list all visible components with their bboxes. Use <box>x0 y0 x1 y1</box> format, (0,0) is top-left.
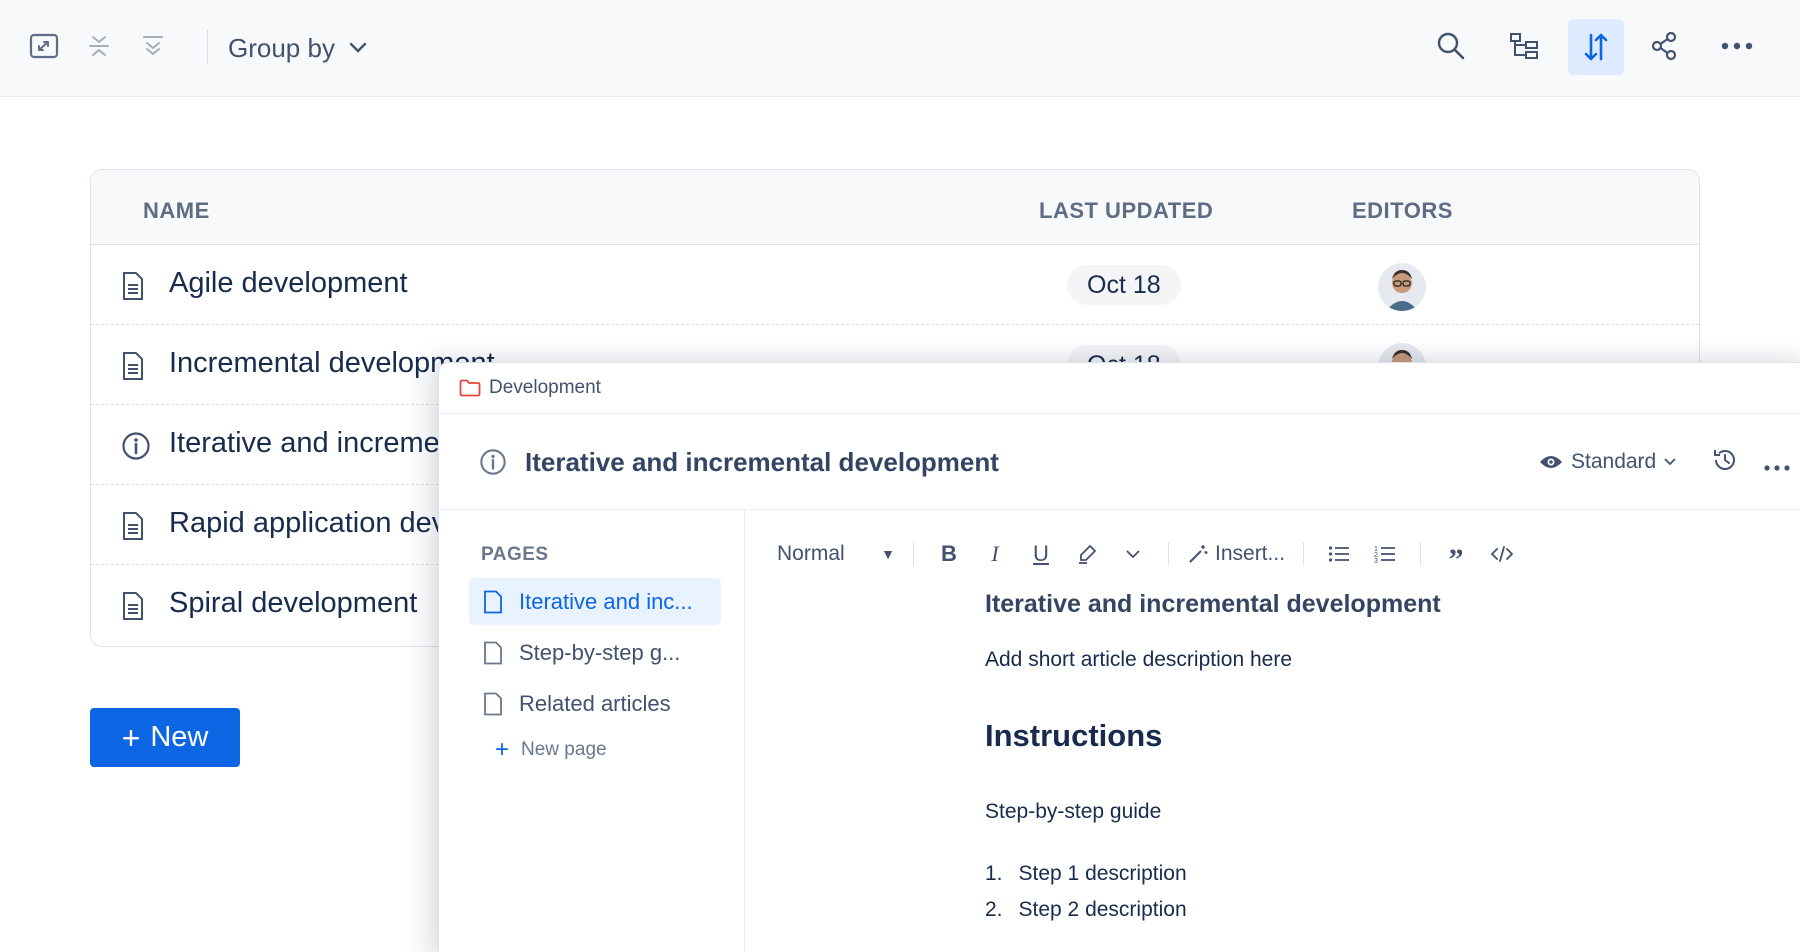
list-item: 2. Step 2 description <box>985 898 1187 922</box>
breadcrumb-label: Development <box>489 377 601 398</box>
column-header-name[interactable]: NAME <box>143 198 210 224</box>
new-button-label: New <box>150 721 209 753</box>
info-icon <box>121 431 151 466</box>
folder-icon <box>459 379 481 397</box>
numbered-list-icon[interactable]: 123 <box>1362 536 1408 572</box>
document-icon <box>121 271 145 306</box>
page-title: Iterative and incremental development <box>525 447 999 477</box>
document-icon <box>121 511 145 546</box>
editor-avatar[interactable] <box>1378 263 1426 311</box>
editor: Normal ▼ B I U Insert... 1 2 3 ” Iterati… <box>745 510 1800 952</box>
page-item-iterative[interactable]: Iterative and inc... <box>469 578 721 625</box>
magic-wand-icon <box>1189 545 1208 563</box>
more-options-icon[interactable] <box>1718 27 1756 65</box>
page-item-related-articles[interactable]: Related articles <box>469 680 721 727</box>
chevron-down-icon <box>349 42 367 53</box>
list-number: 1. <box>985 862 1003 885</box>
text-style-dropdown[interactable]: Normal ▼ <box>777 542 901 566</box>
sort-icon <box>1584 33 1608 61</box>
chevron-down-icon <box>1664 458 1676 466</box>
insert-label: Insert... <box>1215 542 1286 565</box>
pages-sidebar: PAGES Iterative and inc... Step-by-step … <box>439 510 745 952</box>
bullet-list-icon[interactable] <box>1316 536 1362 572</box>
breadcrumb[interactable]: Development <box>439 363 1800 414</box>
list-number: 2. <box>985 898 1003 921</box>
page-icon <box>484 692 502 715</box>
view-mode-dropdown[interactable]: Standard <box>1539 450 1676 474</box>
text-style-label: Normal <box>777 542 845 565</box>
insert-button[interactable]: Insert... <box>1181 542 1291 566</box>
page-item-label: Related articles <box>519 690 671 716</box>
expand-all-icon[interactable] <box>134 27 172 65</box>
view-mode-label: Standard <box>1571 450 1657 473</box>
panel-header: Iterative and incremental development St… <box>439 414 1800 510</box>
doc-heading: Iterative and incremental development <box>985 590 1441 618</box>
more-options-icon[interactable] <box>1764 458 1790 476</box>
expand-view-icon[interactable] <box>25 27 63 65</box>
app-root: Group by NAME LAST UPDATED EDITORS Agile… <box>0 0 1800 952</box>
toolbar-divider <box>207 30 208 64</box>
top-toolbar: Group by <box>0 0 1800 97</box>
toolbar-divider <box>1420 542 1422 566</box>
document-body[interactable]: Iterative and incremental development Ad… <box>985 590 1785 921</box>
page-item-label: Step-by-step g... <box>519 639 681 665</box>
new-page-label: New page <box>521 739 607 760</box>
eye-icon <box>1540 456 1562 468</box>
search-icon[interactable] <box>1432 27 1470 65</box>
row-name[interactable]: Agile development <box>169 267 408 300</box>
plus-icon: + <box>121 719 141 756</box>
instructions-heading: Instructions <box>985 718 1163 753</box>
toolbar-divider <box>913 542 914 566</box>
chevron-down-icon[interactable] <box>1110 536 1156 572</box>
bold-icon[interactable]: B <box>926 536 972 572</box>
info-icon <box>479 448 507 481</box>
new-page-button[interactable]: + New page <box>495 738 607 762</box>
row-name[interactable]: Spiral development <box>169 587 417 620</box>
last-updated-badge: Oct 18 <box>1067 265 1181 305</box>
sort-button[interactable] <box>1568 19 1624 75</box>
pages-heading: PAGES <box>481 544 549 565</box>
table-header: NAME LAST UPDATED EDITORS <box>91 170 1699 245</box>
list-item: 1. Step 1 description <box>985 862 1187 886</box>
toolbar-divider <box>1303 542 1305 566</box>
page-icon <box>484 590 502 613</box>
doc-description: Add short article description here <box>985 648 1292 671</box>
svg-text:3: 3 <box>1374 558 1378 564</box>
toolbar-divider <box>1168 542 1169 566</box>
highlight-icon[interactable] <box>1064 536 1110 572</box>
document-icon <box>121 351 145 386</box>
list-text: Step 1 description <box>1018 862 1187 885</box>
document-icon <box>121 591 145 626</box>
guide-subtitle: Step-by-step guide <box>985 800 1162 823</box>
code-icon[interactable] <box>1479 536 1525 572</box>
column-header-last-updated[interactable]: LAST UPDATED <box>1039 198 1213 224</box>
collapse-all-icon[interactable] <box>80 27 118 65</box>
history-icon[interactable] <box>1712 447 1738 478</box>
hierarchy-icon[interactable] <box>1505 27 1543 65</box>
group-by-label: Group by <box>228 32 335 63</box>
page-item-label: Iterative and inc... <box>519 588 693 614</box>
table-row[interactable]: Agile development Oct 18 <box>91 245 1699 325</box>
list-text: Step 2 description <box>1018 898 1187 921</box>
caret-down-icon: ▼ <box>881 546 895 562</box>
quote-icon[interactable]: ” <box>1433 536 1479 576</box>
underline-icon[interactable]: U <box>1018 536 1064 572</box>
page-item-step-by-step[interactable]: Step-by-step g... <box>469 629 721 676</box>
column-header-editors[interactable]: EDITORS <box>1352 198 1453 224</box>
new-button[interactable]: + New <box>90 708 240 767</box>
page-icon <box>484 641 502 664</box>
italic-icon[interactable]: I <box>972 536 1018 572</box>
plus-icon: + <box>495 736 510 763</box>
editor-toolbar: Normal ▼ B I U Insert... 1 2 3 ” <box>777 534 1525 576</box>
page-detail-panel: Development Iterative and incremental de… <box>438 362 1800 952</box>
share-icon[interactable] <box>1645 27 1683 65</box>
group-by-dropdown[interactable]: Group by <box>228 30 367 66</box>
